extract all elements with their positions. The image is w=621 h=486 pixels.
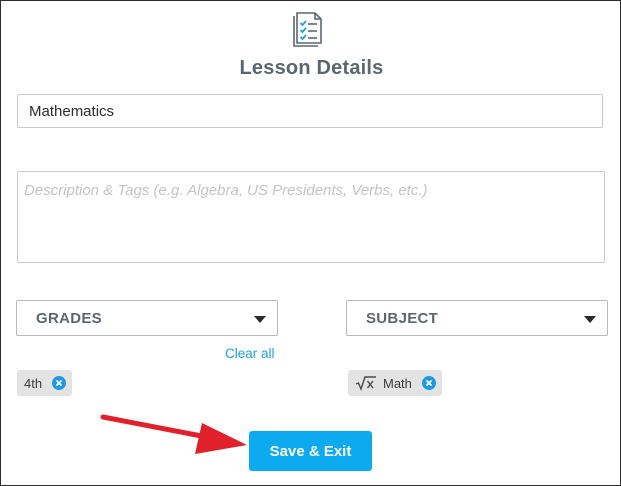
grade-chip-label: 4th (24, 375, 43, 391)
description-tags-textarea[interactable]: Description & Tags (e.g. Algebra, US Pre… (17, 171, 605, 263)
page-title: Lesson Details (239, 57, 384, 79)
subject-dropdown-label: SUBJECT (366, 309, 439, 327)
grade-chip: 4th (17, 370, 72, 396)
subject-chip: Math (348, 370, 442, 396)
subject-dropdown[interactable]: SUBJECT (346, 300, 608, 336)
subject-chip-label: Math (383, 375, 412, 391)
grades-dropdown[interactable]: GRADES (16, 300, 278, 336)
grades-dropdown-label: GRADES (36, 309, 102, 327)
lesson-details-panel: Lesson Details Mathematics Description &… (0, 0, 621, 486)
square-root-icon (355, 376, 376, 391)
lesson-name-value: Mathematics (29, 102, 115, 120)
checklist-document-icon (293, 12, 322, 47)
save-and-exit-button[interactable]: Save & Exit (249, 431, 372, 471)
remove-chip-icon[interactable] (52, 376, 66, 390)
chevron-down-icon (584, 316, 596, 323)
description-placeholder: Description & Tags (e.g. Algebra, US Pre… (24, 182, 428, 199)
lesson-name-input[interactable]: Mathematics (17, 94, 603, 128)
chevron-down-icon (254, 316, 266, 323)
annotation-arrow-icon (100, 414, 247, 454)
clear-all-link[interactable]: Clear all (225, 346, 275, 361)
remove-chip-icon[interactable] (422, 376, 436, 390)
